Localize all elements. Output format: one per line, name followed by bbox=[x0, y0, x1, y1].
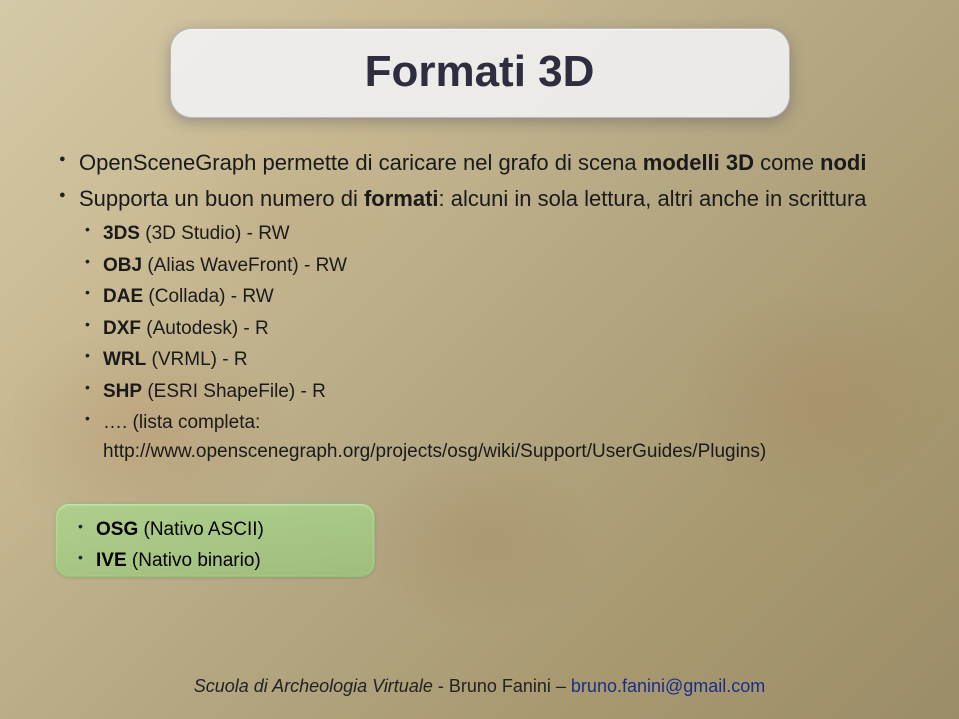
format-item: WRL (VRML) - R bbox=[79, 345, 904, 374]
bullet-supporta: Supporta un buon numero di formati: alcu… bbox=[55, 184, 904, 467]
format-desc: (3D Studio) - RW bbox=[140, 223, 290, 244]
title-box: Formati 3D bbox=[170, 28, 790, 118]
native-format-list: OSG (Nativo ASCII) IVE (Nativo binario) bbox=[72, 516, 264, 575]
format-name: OBJ bbox=[103, 255, 142, 276]
footer-email: bruno.fanini@gmail.com bbox=[571, 676, 765, 696]
format-complete-list: …. (lista completa: http://www.openscene… bbox=[79, 408, 904, 467]
native-name: OSG bbox=[96, 519, 138, 540]
format-item: 3DS (3D Studio) - RW bbox=[79, 219, 904, 248]
complete-url: http://www.openscenegraph.org/projects/o… bbox=[103, 441, 760, 462]
slide-title: Formati 3D bbox=[201, 47, 759, 97]
footer-dash: – bbox=[551, 676, 571, 696]
slide-content: OpenSceneGraph permette di caricare nel … bbox=[55, 148, 904, 719]
native-item: OSG (Nativo ASCII) bbox=[72, 516, 264, 545]
format-desc: (Autodesk) - R bbox=[141, 318, 269, 339]
intro-text-0: OpenSceneGraph permette di caricare nel … bbox=[79, 150, 643, 175]
format-desc: (Alias WaveFront) - RW bbox=[142, 255, 347, 276]
supporta-prefix: Supporta un buon numero di bbox=[79, 186, 364, 211]
footer-sep: - bbox=[433, 676, 449, 696]
format-item: DAE (Collada) - RW bbox=[79, 282, 904, 311]
intro-bold-3: nodi bbox=[820, 150, 866, 175]
format-list: 3DS (3D Studio) - RW OBJ (Alias WaveFron… bbox=[79, 219, 904, 467]
format-desc: (Collada) - RW bbox=[143, 286, 274, 307]
footer-school: Scuola di Archeologia Virtuale bbox=[194, 676, 433, 696]
slide-footer: Scuola di Archeologia Virtuale - Bruno F… bbox=[0, 676, 959, 697]
format-item: SHP (ESRI ShapeFile) - R bbox=[79, 377, 904, 406]
format-name: DXF bbox=[103, 318, 141, 339]
bullet-list-level1: OpenSceneGraph permette di caricare nel … bbox=[55, 148, 904, 467]
format-name: 3DS bbox=[103, 223, 140, 244]
complete-prefix: …. (lista completa: bbox=[103, 412, 260, 433]
complete-suffix: ) bbox=[760, 441, 766, 462]
native-name: IVE bbox=[96, 550, 127, 571]
bullet-intro: OpenSceneGraph permette di caricare nel … bbox=[55, 148, 904, 178]
native-desc: (Nativo ASCII) bbox=[138, 519, 264, 540]
native-formats-block: OSG (Nativo ASCII) IVE (Nativo binario) bbox=[72, 510, 264, 577]
intro-bold-1: modelli 3D bbox=[643, 150, 754, 175]
intro-text-2: come bbox=[754, 150, 820, 175]
slide-container: Formati 3D OpenSceneGraph permette di ca… bbox=[0, 0, 959, 719]
supporta-bold: formati bbox=[364, 186, 439, 211]
supporta-suffix: : alcuni in sola lettura, altri anche in… bbox=[439, 186, 867, 211]
format-item: DXF (Autodesk) - R bbox=[79, 314, 904, 343]
format-desc: (VRML) - R bbox=[146, 349, 247, 370]
format-name: DAE bbox=[103, 286, 143, 307]
native-desc: (Nativo binario) bbox=[127, 550, 261, 571]
native-item: IVE (Nativo binario) bbox=[72, 547, 264, 576]
format-item: OBJ (Alias WaveFront) - RW bbox=[79, 251, 904, 280]
format-desc: (ESRI ShapeFile) - R bbox=[142, 381, 326, 402]
format-name: WRL bbox=[103, 349, 146, 370]
footer-author: Bruno Fanini bbox=[449, 676, 551, 696]
format-name: SHP bbox=[103, 381, 142, 402]
